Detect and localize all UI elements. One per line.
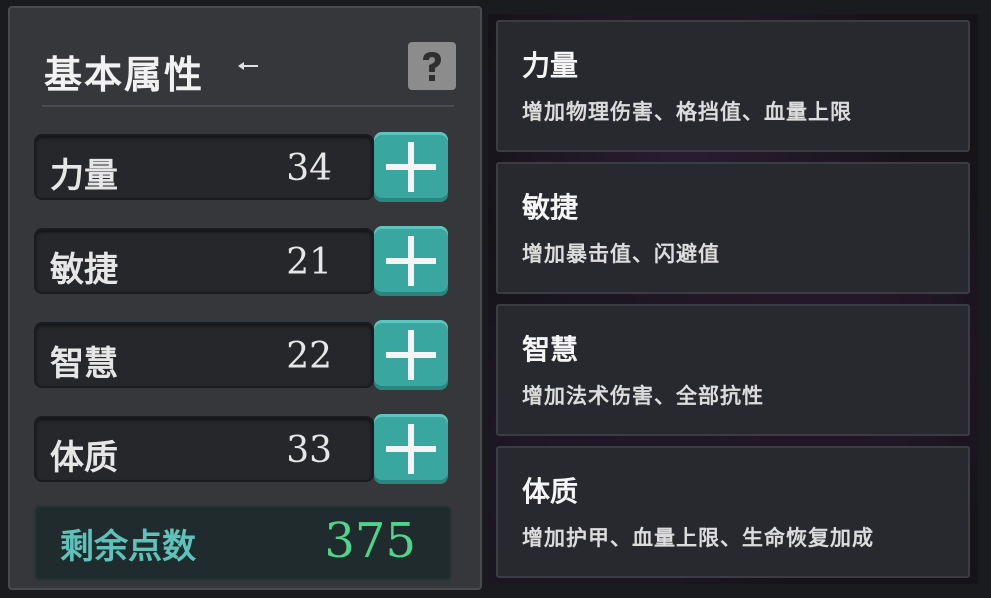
desc-text: 增加暴击值、闪避值 bbox=[522, 241, 720, 266]
desc-title: 体质 bbox=[522, 475, 579, 508]
add-strength-button[interactable] bbox=[374, 132, 448, 202]
stat-value: 21 bbox=[286, 242, 332, 283]
plus-icon bbox=[408, 330, 414, 380]
question-mark-icon bbox=[423, 52, 441, 81]
add-wisdom-button[interactable] bbox=[374, 320, 448, 390]
panel-title: 基本属性 bbox=[44, 52, 205, 97]
stat-row-constitution: 体质 33 bbox=[34, 414, 448, 484]
desc-card-constitution: 体质 增加护甲、血量上限、生命恢复加成 bbox=[496, 446, 970, 578]
stat-box: 智慧 22 bbox=[34, 322, 374, 388]
plus-icon bbox=[408, 236, 414, 286]
stat-name: 智慧 bbox=[50, 344, 118, 384]
title-divider bbox=[42, 105, 454, 107]
desc-card-wisdom: 智慧 增加法术伤害、全部抗性 bbox=[496, 304, 970, 436]
desc-title: 敏捷 bbox=[522, 191, 579, 224]
help-button[interactable] bbox=[408, 42, 456, 90]
stat-row-agility: 敏捷 21 bbox=[34, 226, 448, 296]
stat-name: 敏捷 bbox=[50, 250, 118, 290]
stat-name: 体质 bbox=[50, 438, 118, 478]
desc-text: 增加护甲、血量上限、生命恢复加成 bbox=[522, 525, 874, 550]
stat-name: 力量 bbox=[50, 156, 118, 196]
stat-box: 体质 33 bbox=[34, 416, 374, 482]
stat-value: 34 bbox=[286, 148, 332, 189]
add-agility-button[interactable] bbox=[374, 226, 448, 296]
stat-value: 22 bbox=[286, 336, 332, 377]
stat-box: 敏捷 21 bbox=[34, 228, 374, 294]
stat-row-wisdom: 智慧 22 bbox=[34, 320, 448, 390]
attribute-window: 基本属性 力量 34 敏捷 21 智慧 22 体质 33 剩余点数 375 力量… bbox=[0, 0, 991, 598]
desc-title: 智慧 bbox=[522, 333, 579, 366]
stat-row-strength: 力量 34 bbox=[34, 132, 448, 202]
stat-box: 力量 34 bbox=[34, 134, 374, 200]
plus-icon bbox=[408, 142, 414, 192]
remaining-points-value: 375 bbox=[324, 513, 416, 569]
desc-text: 增加物理伤害、格挡值、血量上限 bbox=[522, 99, 852, 124]
remaining-points-label: 剩余点数 bbox=[60, 527, 196, 567]
desc-card-strength: 力量 增加物理伤害、格挡值、血量上限 bbox=[496, 20, 970, 152]
remaining-points-box: 剩余点数 375 bbox=[34, 505, 452, 581]
add-constitution-button[interactable] bbox=[374, 414, 448, 484]
desc-title: 力量 bbox=[522, 49, 579, 82]
stat-value: 33 bbox=[286, 430, 332, 471]
desc-text: 增加法术伤害、全部抗性 bbox=[522, 383, 764, 408]
attribute-panel: 基本属性 力量 34 敏捷 21 智慧 22 体质 33 剩余点数 375 bbox=[8, 6, 482, 590]
cursor-icon bbox=[238, 62, 258, 70]
plus-icon bbox=[408, 424, 414, 474]
desc-card-agility: 敏捷 增加暴击值、闪避值 bbox=[496, 162, 970, 294]
